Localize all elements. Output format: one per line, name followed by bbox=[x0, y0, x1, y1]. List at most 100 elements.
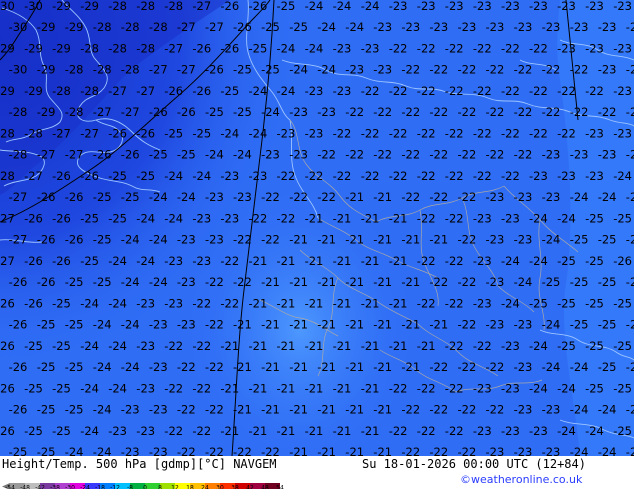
temperature-label: -21 bbox=[277, 424, 296, 438]
temperature-label: -21 bbox=[305, 339, 324, 353]
temperature-label: -23 bbox=[626, 148, 634, 162]
temperature-label: -24 bbox=[93, 360, 112, 374]
temperature-label: -24 bbox=[613, 169, 632, 183]
temperature-label: -21 bbox=[305, 254, 324, 268]
temperature-label: -25 bbox=[557, 254, 576, 268]
temperature-label: -22 bbox=[177, 360, 196, 374]
temperature-label: -24 bbox=[93, 403, 112, 417]
temperature-label: -24 bbox=[529, 211, 548, 225]
temperature-label: -21 bbox=[417, 339, 436, 353]
scale-tick-label: 0 bbox=[143, 484, 147, 489]
temperature-label: -22 bbox=[445, 211, 464, 225]
temperature-label: -24 bbox=[149, 275, 168, 289]
temperature-label: -21 bbox=[289, 318, 308, 332]
temperature-label: -24 bbox=[192, 169, 211, 183]
temperature-label: -23 bbox=[305, 84, 324, 98]
credit-link[interactable]: ©weatheronline.co.uk bbox=[460, 473, 582, 486]
temperature-label: -26 bbox=[233, 20, 252, 34]
temperature-label: -22 bbox=[417, 169, 436, 183]
temperature-label: -23 bbox=[305, 126, 324, 140]
temperature-label: -25 bbox=[37, 318, 56, 332]
temperature-label: -23 bbox=[261, 148, 280, 162]
temperature-label: -24 bbox=[65, 445, 84, 456]
temperature-label: -26 bbox=[626, 233, 634, 247]
temperature-label: -25 bbox=[585, 254, 604, 268]
temperature-label: -23 bbox=[121, 445, 140, 456]
temperature-label: -26 bbox=[220, 42, 239, 56]
temperature-label: -23 bbox=[585, 169, 604, 183]
temperature-label: -26 bbox=[52, 169, 71, 183]
temperature-label: -27 bbox=[9, 190, 28, 204]
temperature-label: -23 bbox=[401, 20, 420, 34]
temperature-label: -26 bbox=[177, 105, 196, 119]
temperature-label: -22 bbox=[486, 105, 505, 119]
temperature-label: -26 bbox=[9, 360, 28, 374]
temperature-label: -23 bbox=[205, 233, 224, 247]
temperature-label: -23 bbox=[473, 296, 492, 310]
temperature-label: -23 bbox=[233, 190, 252, 204]
temperature-label: -21 bbox=[261, 275, 280, 289]
temperature-label: -21 bbox=[345, 360, 364, 374]
temperature-label: -24 bbox=[177, 190, 196, 204]
temperature-label: -28 bbox=[93, 20, 112, 34]
temperature-label: -25 bbox=[24, 381, 43, 395]
temperature-label: -22 bbox=[417, 254, 436, 268]
temperature-label: -24 bbox=[149, 233, 168, 247]
temperature-label: -25 bbox=[9, 445, 28, 456]
temperature-label: -26 bbox=[9, 275, 28, 289]
temperature-label: -25 bbox=[52, 296, 71, 310]
temperature-label: -24 bbox=[277, 84, 296, 98]
temperature-label: -22 bbox=[458, 360, 477, 374]
temperature-label: -26 bbox=[136, 126, 155, 140]
temperature-label: -21 bbox=[261, 360, 280, 374]
temperature-label: -24 bbox=[501, 254, 520, 268]
map-footer: Height/Temp. 500 hPa [gdmp][°C] NAVGEM S… bbox=[0, 456, 634, 490]
temperature-label: -22 bbox=[458, 445, 477, 456]
temperature-label: -22 bbox=[333, 169, 352, 183]
temperature-label: -29 bbox=[52, 42, 71, 56]
scale-tick-label: -38 bbox=[50, 484, 60, 489]
temperature-label: -23 bbox=[542, 190, 561, 204]
temperature-label: -23 bbox=[220, 169, 239, 183]
temperature-label: -21 bbox=[401, 360, 420, 374]
temperature-label: -21 bbox=[361, 211, 380, 225]
temperature-label: -25 bbox=[65, 318, 84, 332]
temperature-label: -23 bbox=[333, 84, 352, 98]
temperature-label: -21 bbox=[429, 318, 448, 332]
weather-map: -30-30-29-29-28-28-28-27-26-26-25-24-24-… bbox=[0, 0, 634, 456]
temperature-label: -26 bbox=[626, 275, 634, 289]
temperature-label: -23 bbox=[486, 445, 505, 456]
temperature-label: -21 bbox=[373, 360, 392, 374]
temperature-label: -22 bbox=[458, 403, 477, 417]
temperature-label: -22 bbox=[473, 169, 492, 183]
temperature-label: -26 bbox=[37, 190, 56, 204]
temperature-label: -22 bbox=[473, 84, 492, 98]
temperature-label: -22 bbox=[249, 211, 268, 225]
temperature-label: -22 bbox=[486, 360, 505, 374]
temperature-label: -23 bbox=[445, 0, 464, 13]
temperature-label: -23 bbox=[613, 42, 632, 56]
temperature-label: -21 bbox=[345, 275, 364, 289]
temperature-label: -23 bbox=[473, 424, 492, 438]
temperature-label: -21 bbox=[317, 360, 336, 374]
temperature-label: -22 bbox=[345, 148, 364, 162]
temperature-label: -22 bbox=[501, 42, 520, 56]
temperature-label: -22 bbox=[529, 126, 548, 140]
temperature-label: -29 bbox=[37, 20, 56, 34]
temperature-label: -21 bbox=[317, 275, 336, 289]
temperature-label: -21 bbox=[373, 318, 392, 332]
temperature-label: -22 bbox=[205, 318, 224, 332]
temperature-label: -24 bbox=[205, 148, 224, 162]
temperature-label: -23 bbox=[514, 20, 533, 34]
temperature-label: -23 bbox=[514, 445, 533, 456]
temperature-label: -22 bbox=[570, 105, 589, 119]
temperature-label: -25 bbox=[626, 318, 634, 332]
temperature-label: -29 bbox=[80, 0, 99, 13]
temperature-label: -21 bbox=[401, 233, 420, 247]
temperature-label: -29 bbox=[65, 20, 84, 34]
temperature-label: -23 bbox=[289, 148, 308, 162]
temperature-label: -22 bbox=[164, 339, 183, 353]
temperature-label: -22 bbox=[514, 105, 533, 119]
temperature-label: -27 bbox=[205, 20, 224, 34]
temperature-label: -23 bbox=[277, 126, 296, 140]
